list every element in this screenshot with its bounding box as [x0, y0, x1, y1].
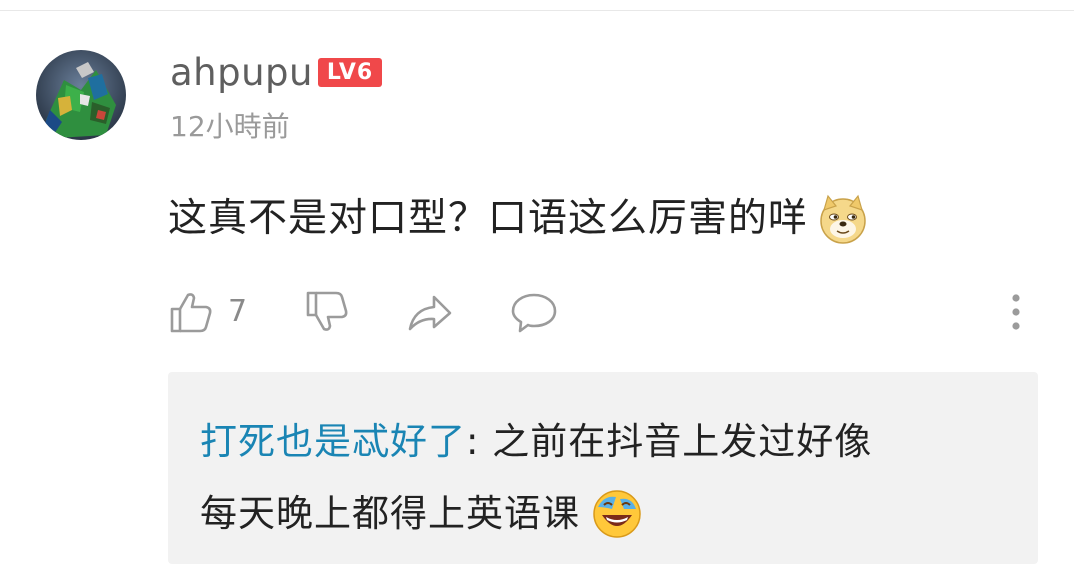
- comment-text: 这真不是对口型？口语这么厉害的咩: [168, 196, 809, 241]
- like-button[interactable]: 7: [168, 286, 247, 338]
- reply-line-1: 打死也是忒好了 : 之前在抖音上发过好像: [200, 414, 872, 470]
- reply-preview[interactable]: 打死也是忒好了 : 之前在抖音上发过好像 每天晚上都得上英语课: [168, 372, 1038, 564]
- speech-bubble-icon: [511, 293, 557, 333]
- dislike-button[interactable]: [304, 286, 350, 338]
- laughing-tears-emoji-icon: [590, 487, 644, 541]
- reply-text-line-2: 每天晚上都得上英语课: [200, 492, 580, 535]
- share-button[interactable]: [406, 286, 454, 338]
- reply-text-line-1: 之前在抖音上发过好像: [492, 420, 873, 463]
- reply-author[interactable]: 打死也是忒好了: [200, 414, 466, 470]
- comment-actions: 7: [168, 286, 1038, 338]
- user-avatar[interactable]: [36, 50, 126, 140]
- comment-timestamp: 12小時前: [170, 110, 290, 143]
- reply-separator: :: [466, 420, 493, 463]
- more-options-button[interactable]: [1006, 292, 1026, 332]
- username[interactable]: ahpupu: [170, 50, 313, 96]
- reply-line-2: 每天晚上都得上英语课: [200, 486, 644, 542]
- share-arrow-icon: [408, 295, 452, 331]
- doge-emoji-icon: [816, 192, 870, 246]
- top-divider: [0, 10, 1074, 11]
- like-count: 7: [228, 294, 248, 329]
- level-badge: LV6: [318, 58, 382, 87]
- reply-button[interactable]: [510, 286, 558, 338]
- thumbs-down-icon: [306, 291, 348, 331]
- thumbs-up-icon: [170, 293, 212, 333]
- robot-avatar-icon: [36, 50, 126, 140]
- more-vertical-icon: [1012, 294, 1020, 330]
- comment-body: 这真不是对口型？口语这么厉害的咩: [168, 190, 870, 248]
